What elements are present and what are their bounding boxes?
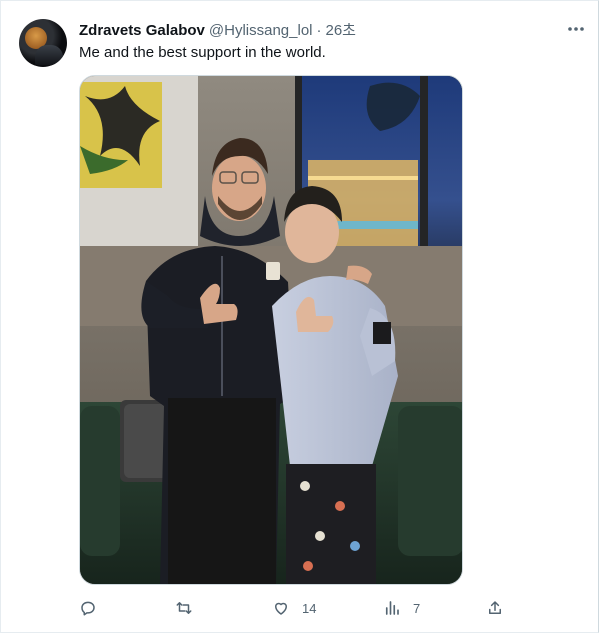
tweet-timestamp[interactable]: 26초 bbox=[326, 19, 357, 40]
share-button[interactable] bbox=[486, 597, 516, 619]
photo-image bbox=[80, 76, 462, 584]
tweet-card[interactable]: Zdravets Galabov @Hylissang_lol · 26초 Me… bbox=[0, 0, 599, 633]
retweet-icon bbox=[176, 602, 192, 614]
more-dots-icon bbox=[568, 27, 584, 31]
views-icon bbox=[385, 601, 399, 615]
views-count: 7 bbox=[413, 600, 421, 616]
views-button[interactable]: 7 bbox=[383, 597, 420, 619]
author-avatar[interactable] bbox=[19, 19, 67, 67]
share-icon bbox=[489, 601, 501, 614]
tweet-text: Me and the best support in the world. bbox=[79, 44, 326, 61]
heart-icon bbox=[275, 602, 287, 615]
tweet-header: Zdravets Galabov @Hylissang_lol · 26초 bbox=[79, 19, 356, 39]
reply-icon bbox=[81, 601, 95, 616]
reply-button[interactable] bbox=[79, 597, 109, 619]
author-handle[interactable]: @Hylissang_lol bbox=[209, 22, 313, 39]
author-name[interactable]: Zdravets Galabov bbox=[79, 22, 205, 39]
retweet-button[interactable] bbox=[174, 597, 206, 619]
like-button[interactable]: 14 bbox=[272, 597, 316, 619]
tweet-photo[interactable] bbox=[79, 75, 463, 585]
header-separator: · bbox=[316, 22, 322, 39]
more-options-icon[interactable] bbox=[564, 19, 588, 39]
action-bar: 14 7 bbox=[79, 597, 509, 619]
like-count: 14 bbox=[302, 600, 317, 616]
